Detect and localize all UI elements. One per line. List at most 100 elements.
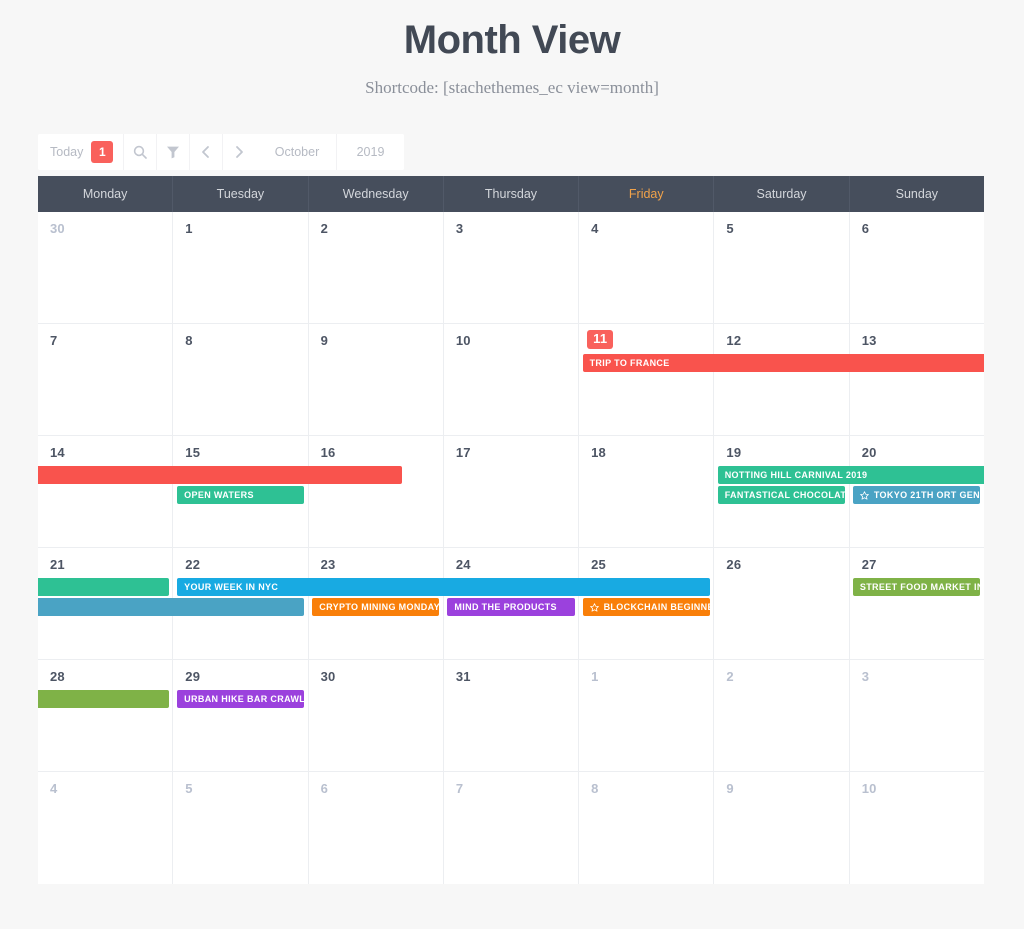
weekday-header-cell: Tuesday [172,176,307,212]
calendar-day-cell[interactable]: 4 [578,212,713,323]
event-title: TRIP TO FRANCE [589,358,670,368]
event-title: TOKYO 21TH ORT GENERAL [873,490,980,500]
calendar-event[interactable] [38,690,170,708]
weekday-header-cell: Saturday [713,176,848,212]
calendar-event[interactable]: OPEN WATERS [177,486,305,504]
day-number: 30 [320,669,336,684]
calendar-week-row: 4 5 6 7 8 9 10 [38,772,984,884]
calendar-day-cell[interactable]: 9 [713,772,848,884]
month-selector[interactable]: October [258,134,336,170]
calendar-event[interactable] [38,466,309,484]
today-button[interactable]: Today 1 [38,134,123,170]
calendar-day-cell[interactable]: 6 [307,772,443,884]
calendar-day-cell[interactable]: 2 [307,212,443,323]
calendar-event[interactable]: TOKYO 21TH ORT GENERAL [852,486,980,504]
calendar-day-cell[interactable]: 10 [848,772,984,884]
calendar-day-cell[interactable]: 29 [172,660,307,771]
calendar-day-cell[interactable]: 26 [713,548,848,659]
calendar-event[interactable]: NOTTING HILL CARNIVAL 2019 [717,466,984,484]
day-number: 15 [185,445,201,460]
day-number: 3 [861,669,870,684]
calendar-day-cell[interactable]: 9 [307,324,443,435]
weekday-header-cell: Friday [578,176,713,212]
calendar-day-cell[interactable]: 17 [442,436,578,547]
calendar-day-cell[interactable]: 8 [172,324,307,435]
calendar-day-cell[interactable]: 6 [848,212,984,323]
day-number: 9 [726,781,734,796]
calendar-day-cell[interactable]: 3 [442,212,578,323]
day-number: 1 [591,669,599,684]
day-number: 2 [320,221,328,236]
calendar-day-cell[interactable]: 18 [578,436,713,547]
calendar-week-row: 14 15 16 17 18 19 20 OPEN WATERS NOTTING HILL CA… [38,436,984,548]
day-number: 17 [455,445,471,460]
prev-month-button[interactable] [189,134,222,170]
calendar-event[interactable] [38,598,305,616]
calendar-day-cell[interactable]: 13 [848,324,984,435]
month-view-page: Month View Shortcode: [stachethemes_ec v… [0,0,1024,929]
calendar-day-cell[interactable]: 4 [38,772,172,884]
day-number: 8 [591,781,599,796]
today-count-badge: 1 [91,141,114,163]
calendar-day-cell[interactable]: 28 [38,660,172,771]
page-title: Month View [403,18,621,62]
calendar-event[interactable] [308,466,402,484]
day-number: 12 [726,333,742,348]
calendar-day-cell[interactable]: 16 [307,436,443,547]
search-button[interactable] [123,134,156,170]
day-number: 20 [861,445,877,460]
calendar-event[interactable]: YOUR WEEK IN NYC [177,578,710,596]
day-number-today: 11 [587,330,614,349]
calendar-day-cell[interactable]: 5 [713,212,848,323]
day-number: 30 [50,221,65,236]
calendar-day-cell[interactable]: 1 [578,660,713,771]
calendar-grid: 30 1 2 3 4 5 6 7 8 9 10 11 12 13 TRIP TO FRANCE 14 15 16 1… [38,212,984,884]
calendar-day-cell[interactable]: 5 [172,772,307,884]
page-subtitle: Shortcode: [stachethemes_ec view=month] [365,78,659,97]
calendar-event[interactable]: MIND THE PRODUCTS [447,598,575,616]
event-title: URBAN HIKE BAR CRAWL [184,694,305,704]
chevron-left-icon [199,145,213,159]
calendar-day-cell[interactable]: 14 [38,436,172,547]
calendar-event[interactable]: CRYPTO MINING MONDAY [312,598,440,616]
day-number: 9 [320,333,328,348]
calendar-event[interactable]: BLOCKCHAIN BEGINNERS [582,598,710,616]
weekday-header-cell: Sunday [848,176,984,212]
calendar-day-cell[interactable]: 30 [38,212,172,323]
day-number: 6 [861,221,870,236]
calendar-day-cell[interactable]: 30 [307,660,443,771]
calendar-day-cell[interactable]: 3 [848,660,984,771]
event-title: CRYPTO MINING MONDAY [319,602,440,612]
event-title: BLOCKCHAIN BEGINNERS [603,602,710,612]
calendar-day-cell[interactable]: 1 [172,212,307,323]
toolbar-date-group: October 2019 [258,134,404,170]
calendar-event[interactable] [38,578,170,596]
day-number: 25 [591,557,606,572]
next-month-button[interactable] [222,134,255,170]
calendar-day-cell[interactable]: 10 [442,324,578,435]
calendar-event[interactable]: URBAN HIKE BAR CRAWL [177,690,305,708]
day-number: 14 [50,445,65,460]
event-title: FANTASTICAL CHOCOLATE [724,490,845,500]
event-title: YOUR WEEK IN NYC [184,582,279,592]
calendar-day-cell[interactable]: 7 [38,324,172,435]
search-icon [133,145,148,159]
filter-button[interactable] [156,134,189,170]
event-title: MIND THE PRODUCTS [454,602,557,612]
year-selector[interactable]: 2019 [336,134,404,170]
calendar-day-cell[interactable]: 8 [578,772,713,884]
calendar-day-cell[interactable]: 2 [713,660,848,771]
calendar-event[interactable]: STREET FOOD MARKET IN LONDON [852,578,980,596]
calendar-event[interactable]: FANTASTICAL CHOCOLATE [717,486,845,504]
day-number: 8 [185,333,193,348]
today-label: Today [50,145,84,159]
calendar-day-cell[interactable]: 11 [578,324,713,435]
calendar-day-cell[interactable]: 7 [442,772,578,884]
day-number: 19 [726,445,742,460]
calendar-day-cell[interactable]: 31 [442,660,578,771]
calendar: Today 1 October 2019 Monday Tuesday Wedn… [38,134,984,884]
day-number: 13 [861,333,877,348]
calendar-day-cell[interactable]: 27 [848,548,984,659]
calendar-day-cell[interactable]: 12 [713,324,848,435]
calendar-event[interactable]: TRIP TO FRANCE [582,354,984,372]
